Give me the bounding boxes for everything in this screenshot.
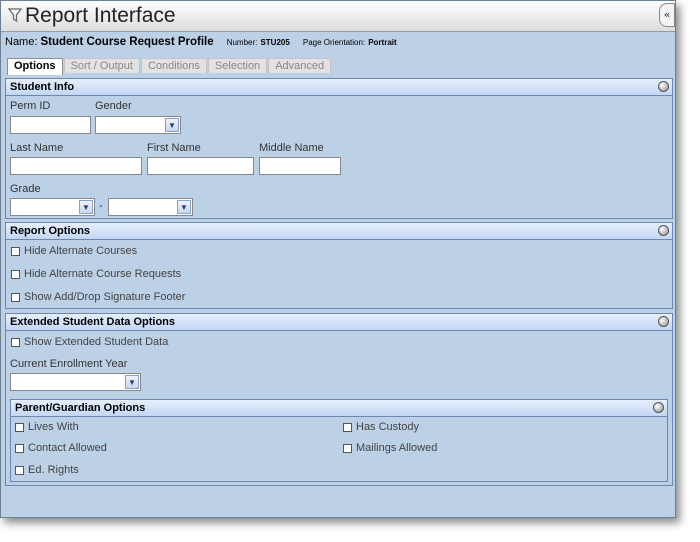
extended-data-title: Extended Student Data Options — [10, 316, 176, 328]
chevron-down-icon: ▼ — [177, 200, 191, 214]
orientation-label: Page Orientation: — [302, 38, 366, 47]
chevron-down-icon: ▼ — [125, 375, 139, 389]
mailings-allowed-checkbox[interactable] — [343, 443, 352, 453]
has-custody-checkbox[interactable] — [343, 422, 352, 432]
number-label: Number: — [226, 38, 258, 47]
collapse-panel-button[interactable]: « — [659, 3, 675, 27]
hide-alternate-course-requests-checkbox[interactable] — [11, 269, 20, 279]
filter-icon — [8, 8, 22, 23]
option-label: Hide Alternate Courses — [24, 245, 138, 257]
option-label: Hide Alternate Course Requests — [24, 268, 182, 280]
parent-guardian-header: Parent/Guardian Options — [11, 400, 667, 417]
perm-id-input[interactable] — [10, 116, 91, 134]
collapse-circle-icon[interactable] — [658, 316, 669, 327]
option-label: Has Custody — [356, 421, 419, 433]
option-label: Lives With — [28, 421, 79, 433]
student-info-section: Student Info Perm ID Gender ▼ Last Name … — [5, 78, 673, 219]
show-add-drop-footer-option[interactable]: Show Add/Drop Signature Footer — [11, 291, 185, 303]
option-label: Contact Allowed — [28, 442, 107, 454]
grade-to-select[interactable]: ▼ — [108, 198, 193, 216]
middle-name-label: Middle Name — [259, 142, 324, 154]
student-info-header: Student Info — [6, 79, 672, 96]
panel-footer-divider — [5, 485, 673, 486]
show-extended-data-option[interactable]: Show Extended Student Data — [11, 336, 168, 348]
chevron-down-icon: ▼ — [79, 200, 93, 214]
last-name-label: Last Name — [10, 142, 64, 154]
grade-label: Grade — [10, 183, 41, 195]
tab-conditions[interactable]: Conditions — [140, 58, 207, 73]
report-window: Report Interface « Name: Student Course … — [0, 0, 676, 518]
tab-bar: Options Sort / Output Conditions Selecti… — [7, 58, 332, 75]
hide-alternate-courses-checkbox[interactable] — [11, 246, 20, 256]
tab-sort-output[interactable]: Sort / Output — [63, 58, 140, 73]
option-label: Ed. Rights — [28, 464, 79, 476]
tab-options[interactable]: Options — [7, 58, 63, 75]
hide-alternate-course-requests-option[interactable]: Hide Alternate Course Requests — [11, 268, 181, 280]
contact-allowed-checkbox[interactable] — [15, 443, 24, 453]
report-name: Student Course Request Profile — [40, 36, 214, 48]
has-custody-option[interactable]: Has Custody — [343, 421, 419, 433]
window-title: Report Interface — [25, 4, 176, 27]
orientation-value: Portrait — [368, 38, 397, 47]
mailings-allowed-option[interactable]: Mailings Allowed — [343, 442, 437, 454]
report-number: STU205 — [260, 38, 290, 47]
collapse-circle-icon[interactable] — [658, 81, 669, 92]
report-options-header: Report Options — [6, 223, 672, 240]
title-bar: Report Interface « — [1, 1, 675, 32]
option-label: Mailings Allowed — [356, 442, 438, 454]
option-label: Show Extended Student Data — [24, 336, 169, 348]
tab-selection[interactable]: Selection — [207, 58, 268, 73]
report-options-title: Report Options — [10, 225, 91, 237]
collapse-circle-icon[interactable] — [658, 225, 669, 236]
lives-with-checkbox[interactable] — [15, 422, 24, 432]
hide-alternate-courses-option[interactable]: Hide Alternate Courses — [11, 245, 137, 257]
first-name-input[interactable] — [147, 157, 254, 175]
ed-rights-checkbox[interactable] — [15, 465, 24, 475]
parent-guardian-section: Parent/Guardian Options Lives With Conta… — [10, 399, 668, 482]
ed-rights-option[interactable]: Ed. Rights — [15, 464, 79, 476]
report-info-bar: Name: Student Course Request Profile Num… — [5, 36, 397, 48]
report-options-section: Report Options Hide Alternate Courses Hi… — [5, 222, 673, 309]
tab-advanced[interactable]: Advanced — [268, 58, 332, 73]
perm-id-label: Perm ID — [10, 100, 51, 112]
show-add-drop-footer-checkbox[interactable] — [11, 292, 20, 302]
lives-with-option[interactable]: Lives With — [15, 421, 79, 433]
extended-data-section: Extended Student Data Options Show Exten… — [5, 313, 673, 486]
show-extended-data-checkbox[interactable] — [11, 337, 20, 347]
middle-name-input[interactable] — [259, 157, 341, 175]
gender-label: Gender — [95, 100, 132, 112]
enrollment-year-label: Current Enrollment Year — [10, 358, 128, 370]
student-info-title: Student Info — [10, 81, 75, 93]
gender-select[interactable]: ▼ — [95, 116, 181, 134]
parent-guardian-title: Parent/Guardian Options — [15, 402, 146, 414]
name-label: Name: — [5, 36, 38, 48]
last-name-input[interactable] — [10, 157, 142, 175]
grade-range-separator: - — [99, 200, 103, 212]
contact-allowed-option[interactable]: Contact Allowed — [15, 442, 107, 454]
collapse-circle-icon[interactable] — [653, 402, 664, 413]
first-name-label: First Name — [147, 142, 201, 154]
option-label: Show Add/Drop Signature Footer — [24, 291, 186, 303]
enrollment-year-select[interactable]: ▼ — [10, 373, 141, 391]
chevron-down-icon: ▼ — [165, 118, 179, 132]
grade-from-select[interactable]: ▼ — [10, 198, 95, 216]
extended-data-header: Extended Student Data Options — [6, 314, 672, 331]
